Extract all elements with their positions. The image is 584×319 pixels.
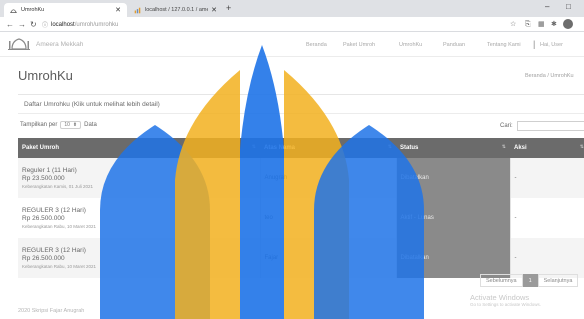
sort-icon: ⇅ <box>501 144 506 150</box>
pagination-page-1[interactable]: 1 <box>522 274 538 287</box>
table-search: Cari: <box>500 121 584 131</box>
tab-label: UmrohKu <box>21 7 45 13</box>
paket-name: REGULER 3 (12 Hari) <box>22 206 86 214</box>
url-field[interactable]: ⓘ localhost /umroh/umrohku <box>42 20 119 30</box>
search-input[interactable] <box>516 121 584 131</box>
aksi-cell: - <box>510 158 584 198</box>
divider <box>18 113 584 114</box>
atas-nama-cell: teo <box>260 198 397 238</box>
url-host: localhost <box>51 21 75 28</box>
paket-date: Keberangkatan Rabu, 10 Maret 2021 <box>22 263 97 269</box>
column-header-paket[interactable]: Paket Umroh ⇅ <box>18 138 260 158</box>
forward-arrow-icon[interactable]: → <box>18 19 26 30</box>
atas-nama-cell: Fajar <box>260 238 397 278</box>
paket-date: Keberangkatan Rabu, 10 Maret 2021 <box>22 223 97 229</box>
status-badge: Dibatalkan <box>396 158 511 198</box>
browser-tab-umrohku[interactable]: UmrohKu ✕ <box>4 3 127 17</box>
table-header-row: Paket Umroh ⇅ Atas Nama ⇅ Status ⇅ Aksi ⇅ <box>18 138 584 158</box>
phpmyadmin-favicon <box>134 7 141 13</box>
paket-name: REGULER 3 (12 Hari) <box>22 246 86 254</box>
profile-avatar-icon[interactable] <box>563 19 573 29</box>
paket-date: Keberangkatan Kamis, 01 Juli 2021 <box>22 183 94 189</box>
column-header-aksi[interactable]: Aksi ⇅ <box>510 138 584 158</box>
breadcrumb: Beranda / UmrohKu <box>525 73 574 79</box>
nav-paket-umroh[interactable]: Paket Umroh <box>343 42 375 48</box>
length-suffix: Data <box>84 122 97 128</box>
page-length-control: Tampilkan per 10 ⬍ Data <box>20 121 97 129</box>
umroh-table: Paket Umroh ⇅ Atas Nama ⇅ Status ⇅ Aksi ⇅ Re… <box>18 138 584 278</box>
mosque-logo-icon[interactable] <box>8 37 30 51</box>
translate-icon[interactable]: ⎘ <box>525 20 531 29</box>
pagination: Sebelumnya 1 Selanjutnya <box>480 274 579 287</box>
atas-nama-cell: Anugrah <box>260 158 397 198</box>
user-menu[interactable]: Hai, User <box>540 42 563 48</box>
url-path: /umroh/umrohku <box>74 21 119 28</box>
new-tab-button[interactable]: + <box>226 4 231 13</box>
table-row[interactable]: REGULER 3 (12 Hari) Rp 26.500.000 Kebera… <box>18 238 584 278</box>
tab-label: localhost / 127.0.0.1 / ameera / ... <box>145 7 209 13</box>
reload-icon[interactable]: ↻ <box>30 19 37 30</box>
aksi-cell: - <box>510 238 584 278</box>
paket-name: Reguler 1 (11 Hari) <box>22 166 77 174</box>
close-icon[interactable]: ✕ <box>115 6 121 14</box>
status-badge: Dibatalkan <box>396 238 511 278</box>
aksi-cell: - <box>510 198 584 238</box>
nav-panduan[interactable]: Panduan <box>443 42 465 48</box>
table-row[interactable]: REGULER 3 (12 Hari) Rp 26.500.000 Kebera… <box>18 198 584 238</box>
extension-icon[interactable]: ▦ <box>538 20 545 29</box>
column-header-status[interactable]: Status ⇅ <box>396 138 510 158</box>
paket-cell: REGULER 3 (12 Hari) Rp 26.500.000 Kebera… <box>18 198 261 238</box>
windows-activation-watermark: Activate Windows Go to Settings to activ… <box>470 293 542 307</box>
maximize-button[interactable]: □ <box>566 2 571 11</box>
column-header-atas-nama[interactable]: Atas Nama ⇅ <box>260 138 396 158</box>
footer-text: 2020 Skripsi Fajar Anugrah <box>18 308 85 314</box>
page-length-select[interactable]: 10 ⬍ <box>60 121 82 129</box>
browser-tab-phpmyadmin[interactable]: localhost / 127.0.0.1 / ameera / ... ✕ <box>128 3 223 17</box>
paket-price: Rp 23.500.000 <box>22 174 65 182</box>
nav-tentang-kami[interactable]: Tentang Kami <box>487 42 521 48</box>
site-navbar: Ameera Mekkah Beranda Paket Umroh UmrohK… <box>0 32 584 57</box>
nav-beranda[interactable]: Beranda <box>306 42 327 48</box>
brand-name[interactable]: Ameera Mekkah <box>36 41 83 48</box>
paket-price: Rp 26.500.000 <box>22 254 65 262</box>
table-row[interactable]: Reguler 1 (11 Hari) Rp 23.500.000 Kebera… <box>18 158 584 198</box>
paket-cell: Reguler 1 (11 Hari) Rp 23.500.000 Kebera… <box>18 158 261 198</box>
back-arrow-icon[interactable]: ← <box>6 19 14 30</box>
status-badge: Aktif - Lunas <box>396 198 511 238</box>
puzzle-icon[interactable]: ✱ <box>551 20 557 29</box>
nav-separator: | <box>533 39 536 49</box>
pagination-prev-button[interactable]: Sebelumnya <box>480 274 523 287</box>
page-title: UmrohKu <box>18 68 73 83</box>
site-favicon <box>10 8 17 13</box>
length-prefix: Tampilkan per <box>20 122 58 128</box>
nav-umrohku[interactable]: UmrohKu <box>399 42 422 48</box>
paket-cell: REGULER 3 (12 Hari) Rp 26.500.000 Kebera… <box>18 238 261 278</box>
minimize-button[interactable]: – <box>545 2 549 11</box>
pagination-next-button[interactable]: Selanjutnya <box>537 274 579 287</box>
browser-tab-strip: UmrohKu ✕ localhost / 127.0.0.1 / ameera… <box>0 0 584 17</box>
sort-icon: ⇅ <box>387 144 392 150</box>
close-icon[interactable]: ✕ <box>211 6 217 14</box>
address-bar: ← → ↻ ⓘ localhost /umroh/umrohku ☆ ⎘ ▦ ✱ <box>0 17 584 32</box>
chevron-down-icon: ⬍ <box>72 122 78 128</box>
search-label: Cari: <box>500 123 513 129</box>
sort-icon: ⇅ <box>251 144 256 150</box>
paket-price: Rp 26.500.000 <box>22 214 65 222</box>
sort-icon: ⇅ <box>579 144 584 150</box>
star-icon[interactable]: ☆ <box>510 20 516 29</box>
info-icon: ⓘ <box>42 23 49 29</box>
panel-title: Daftar Umrohku (Klik untuk melihat lebih… <box>24 101 160 108</box>
